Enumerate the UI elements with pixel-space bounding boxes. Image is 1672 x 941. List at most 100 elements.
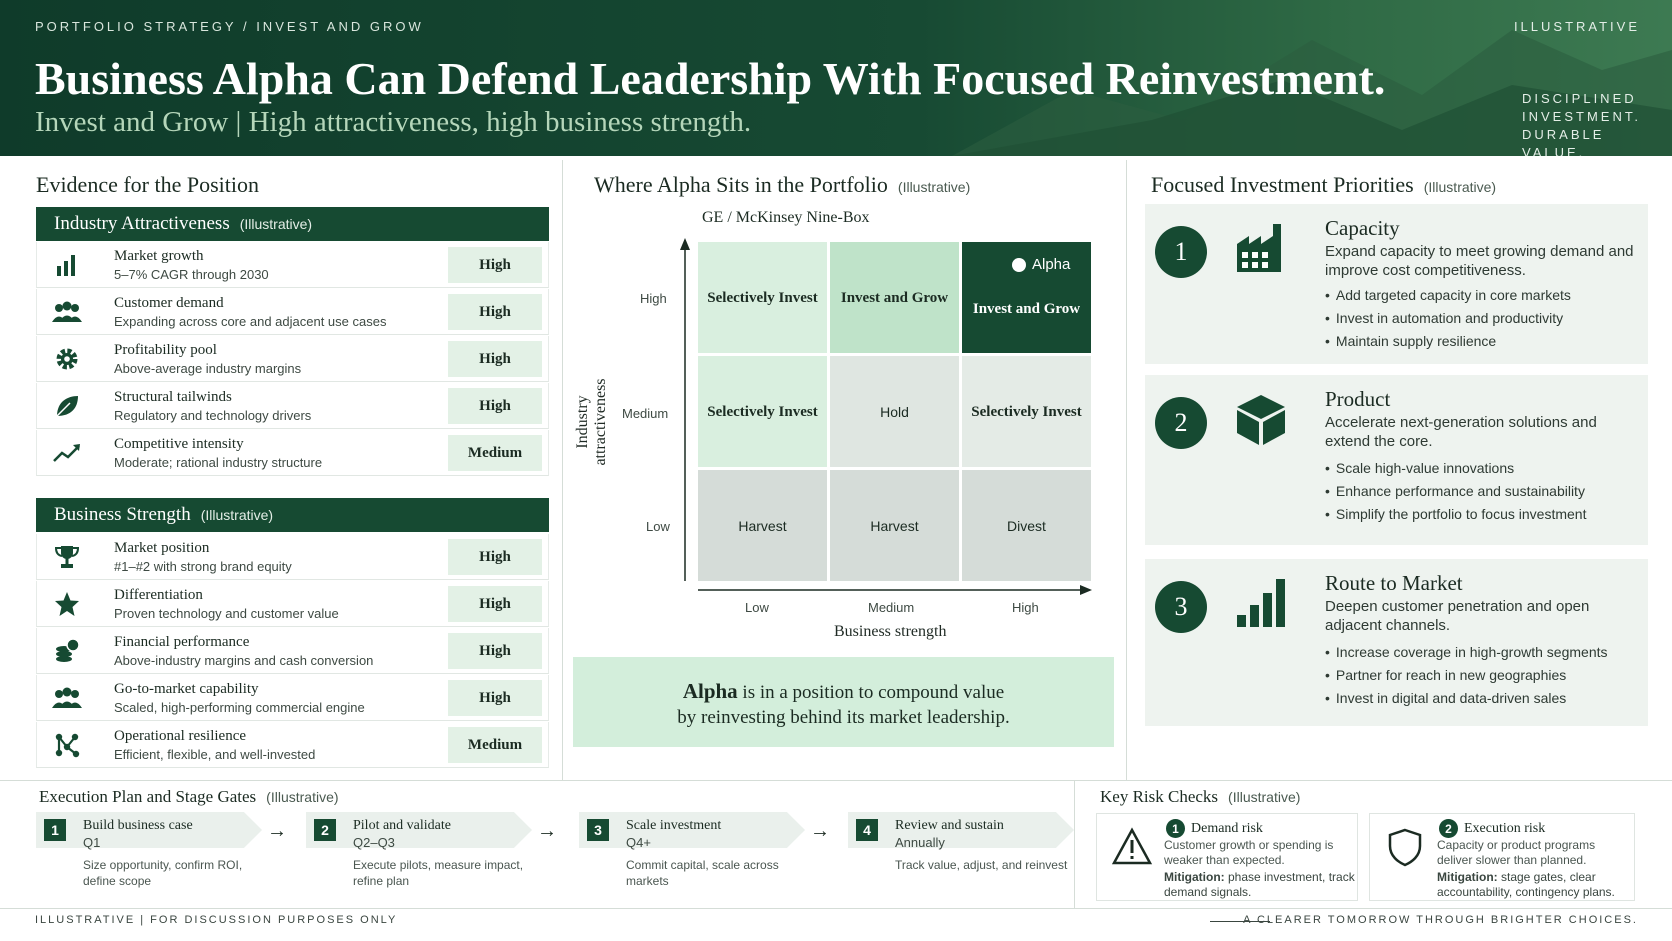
- stage-desc: Execute pilots, measure impact, refine p…: [353, 858, 524, 888]
- risk-number: 2: [1439, 819, 1458, 838]
- row-desc: Efficient, flexible, and well-invested: [114, 747, 316, 762]
- x-axis-label: Business strength: [834, 623, 947, 640]
- priority-card: 3 Route to Market Deepen customer penetr…: [1145, 559, 1648, 726]
- priority-number: 2: [1155, 397, 1207, 449]
- rating-badge: Medium: [448, 727, 542, 763]
- bullet-item: Partner for reach in new geographies: [1325, 664, 1608, 687]
- stage-desc: Size opportunity, confirm ROI, define sc…: [83, 858, 243, 888]
- bullet-item: Scale high-value innovations: [1325, 457, 1586, 480]
- leaf-icon: [51, 391, 83, 421]
- team-icon: [51, 683, 83, 713]
- row-desc: #1–#2 with strong brand equity: [114, 559, 292, 574]
- cell-high-medium: Invest and Grow: [830, 242, 959, 353]
- priority-card: 2 Product Accelerate next-generation sol…: [1145, 375, 1648, 545]
- risk-mitigation: Mitigation: stage gates, clear accountab…: [1437, 870, 1615, 899]
- matrix-title: Where Alpha Sits in the Portfolio (Illust…: [594, 172, 971, 197]
- priority-desc: Accelerate next-generation solutions and…: [1325, 414, 1597, 450]
- x-tick-high: High: [1012, 600, 1039, 615]
- stage-number: 1: [44, 819, 66, 841]
- x-tick-medium: Medium: [868, 600, 915, 615]
- header-banner: PORTFOLIO STRATEGY / INVEST AND GROW ILL…: [0, 0, 1672, 156]
- row-name: Go-to-market capability: [114, 681, 259, 697]
- business-section-bar: Business Strength (Illustrative): [36, 498, 549, 532]
- business-row: Market position #1–#2 with strong brand …: [36, 534, 549, 580]
- coins-icon: [51, 636, 83, 666]
- bullet-item: Increase coverage in high-growth segment…: [1325, 641, 1608, 664]
- row-name: Market growth: [114, 248, 204, 264]
- business-row: Financial performance Above-industry mar…: [36, 628, 549, 674]
- stage-number: 3: [587, 819, 609, 841]
- footer-left: ILLUSTRATIVE | FOR DISCUSSION PURPOSES O…: [35, 914, 398, 926]
- people-icon: [51, 297, 83, 327]
- row-name: Customer demand: [114, 295, 224, 311]
- row-name: Structural tailwinds: [114, 389, 232, 405]
- cell-medium-high: Selectively Invest: [962, 356, 1091, 467]
- business-row: Operational resilience Efficient, flexib…: [36, 722, 549, 768]
- stage-timing: Annually: [895, 835, 945, 850]
- illustrative-tag: ILLUSTRATIVE: [1513, 19, 1640, 34]
- industry-row: Profitability pool Above-average industr…: [36, 336, 549, 382]
- priority-card: 1 Capacity Expand capacity to meet growi…: [1145, 204, 1648, 364]
- row-name: Market position: [114, 540, 210, 556]
- bullet-item: Add targeted capacity in core markets: [1325, 284, 1571, 307]
- alpha-marker: Alpha: [1012, 256, 1070, 274]
- divider: [1074, 780, 1075, 908]
- priority-number: 3: [1155, 581, 1207, 633]
- bullet-item: Invest in digital and data-driven sales: [1325, 687, 1608, 710]
- arrow-right-icon: →: [267, 820, 287, 842]
- gear-icon: [51, 344, 83, 374]
- cell-medium-low: Selectively Invest: [698, 356, 827, 467]
- stage-timing: Q1: [83, 835, 101, 850]
- rating-badge: High: [448, 539, 542, 575]
- row-name: Operational resilience: [114, 728, 247, 744]
- stage-title: Pilot and validate: [353, 818, 451, 833]
- cell-high-high: Alpha Invest and Grow: [962, 242, 1091, 353]
- row-desc: Expanding across core and adjacent use c…: [114, 314, 387, 329]
- rating-badge: High: [448, 341, 542, 377]
- x-tick-low: Low: [745, 600, 769, 615]
- risk-card: 1 Demand risk Customer growth or spendin…: [1096, 813, 1358, 901]
- row-desc: Regulatory and technology drivers: [114, 408, 312, 423]
- rating-badge: High: [448, 294, 542, 330]
- priorities-title: Focused Investment Priorities (Illustrati…: [1151, 172, 1497, 197]
- bullet-item: Invest in automation and productivity: [1325, 307, 1571, 330]
- industry-row: Structural tailwinds Regulatory and tech…: [36, 383, 549, 429]
- row-desc: Above-industry margins and cash conversi…: [114, 653, 374, 668]
- rating-badge: High: [448, 388, 542, 424]
- row-desc: Proven technology and customer value: [114, 606, 339, 621]
- priority-bullets: Increase coverage in high-growth segment…: [1325, 641, 1608, 710]
- stage-timing: Q4+: [626, 835, 651, 850]
- tagline: DISCIPLINED INVESTMENT. DURABLE VALUE.: [1522, 91, 1641, 156]
- risk-desc: Customer growth or spending is weaker th…: [1164, 838, 1334, 867]
- factory-icon: [1233, 220, 1289, 276]
- y-tick-high: High: [640, 291, 667, 306]
- trophy-icon: [51, 542, 83, 572]
- priority-title: Product: [1325, 387, 1391, 411]
- cube-icon: [1233, 391, 1289, 447]
- row-desc: Moderate; rational industry structure: [114, 455, 323, 470]
- rating-badge: Medium: [448, 435, 542, 471]
- stage-gate: 2 Pilot and validate Q2–Q3 Execute pilot…: [306, 812, 532, 888]
- network-icon: [51, 730, 83, 760]
- stage-title: Review and sustain: [895, 818, 1004, 833]
- row-name: Profitability pool: [114, 342, 217, 358]
- stage-number: 4: [856, 819, 878, 841]
- stage-desc: Track value, adjust, and reinvest: [895, 858, 1068, 872]
- stage-title: Scale investment: [626, 818, 722, 833]
- industry-section-bar: Industry Attractiveness (Illustrative): [36, 207, 549, 241]
- page-title: Business Alpha Can Defend Leadership Wit…: [35, 53, 1386, 104]
- risk-card: 2 Execution risk Capacity or product pro…: [1369, 813, 1635, 901]
- row-name: Financial performance: [114, 634, 250, 650]
- stage-timing: Q2–Q3: [353, 835, 395, 850]
- risk-title: Execution risk: [1464, 821, 1546, 836]
- y-tick-low: Low: [646, 519, 670, 534]
- business-row: Differentiation Proven technology and cu…: [36, 581, 549, 627]
- divider: [0, 908, 1672, 909]
- risk-mitigation: Mitigation: phase investment, track dema…: [1164, 870, 1355, 899]
- priority-desc: Deepen customer penetration and open adj…: [1325, 598, 1590, 634]
- shield-icon: [1384, 826, 1426, 868]
- priority-title: Route to Market: [1325, 571, 1463, 595]
- y-tick-medium: Medium: [622, 406, 669, 421]
- arrow-right-icon: →: [810, 820, 830, 842]
- industry-row: Competitive intensity Moderate; rational…: [36, 430, 549, 476]
